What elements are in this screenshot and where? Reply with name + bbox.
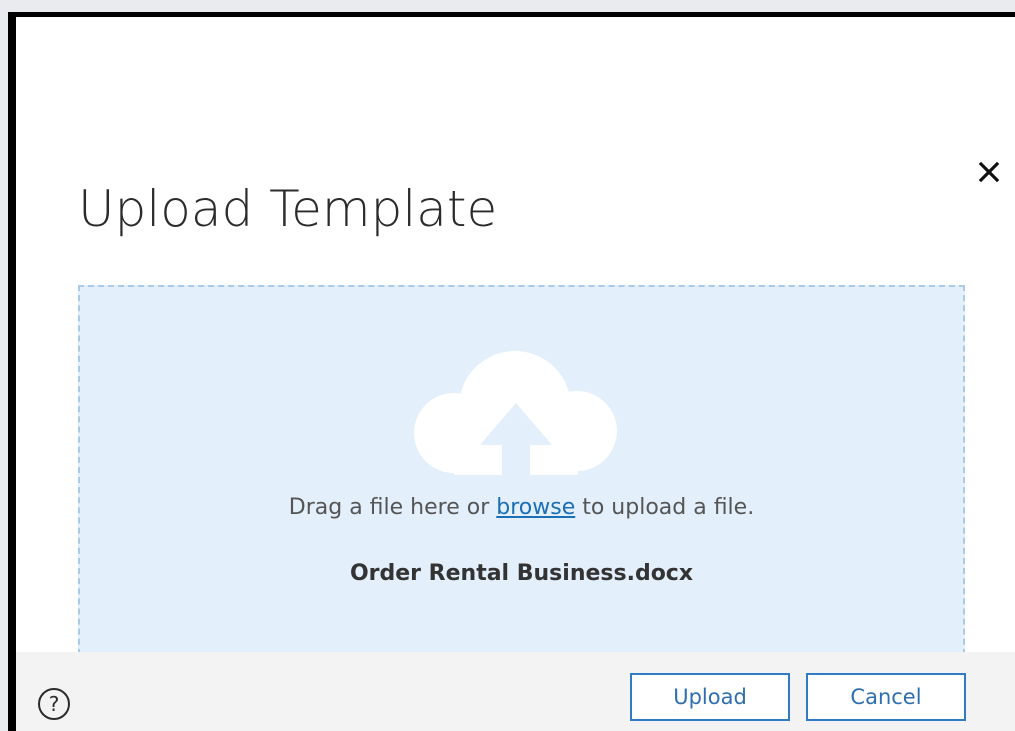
close-icon (978, 161, 1000, 183)
browse-link[interactable]: browse (496, 495, 575, 520)
close-button[interactable] (974, 157, 1004, 187)
help-icon: ? (48, 692, 60, 716)
drop-instructions: Drag a file here or browse to upload a f… (80, 495, 963, 520)
dialog-title: Upload Template (78, 180, 498, 238)
file-drop-zone[interactable]: Drag a file here or browse to upload a f… (78, 285, 965, 665)
dialog-footer: ? Upload Cancel (16, 652, 1015, 731)
help-button[interactable]: ? (38, 688, 70, 720)
cloud-upload-icon (414, 351, 617, 475)
drop-text-before: Drag a file here or (288, 495, 497, 520)
upload-template-dialog: Upload Template Drag a file here or brow… (8, 12, 1015, 731)
selected-file-name: Order Rental Business.docx (349, 561, 694, 586)
cancel-button[interactable]: Cancel (806, 673, 966, 721)
drop-text-after: to upload a file. (575, 495, 755, 520)
upload-button[interactable]: Upload (630, 673, 790, 721)
